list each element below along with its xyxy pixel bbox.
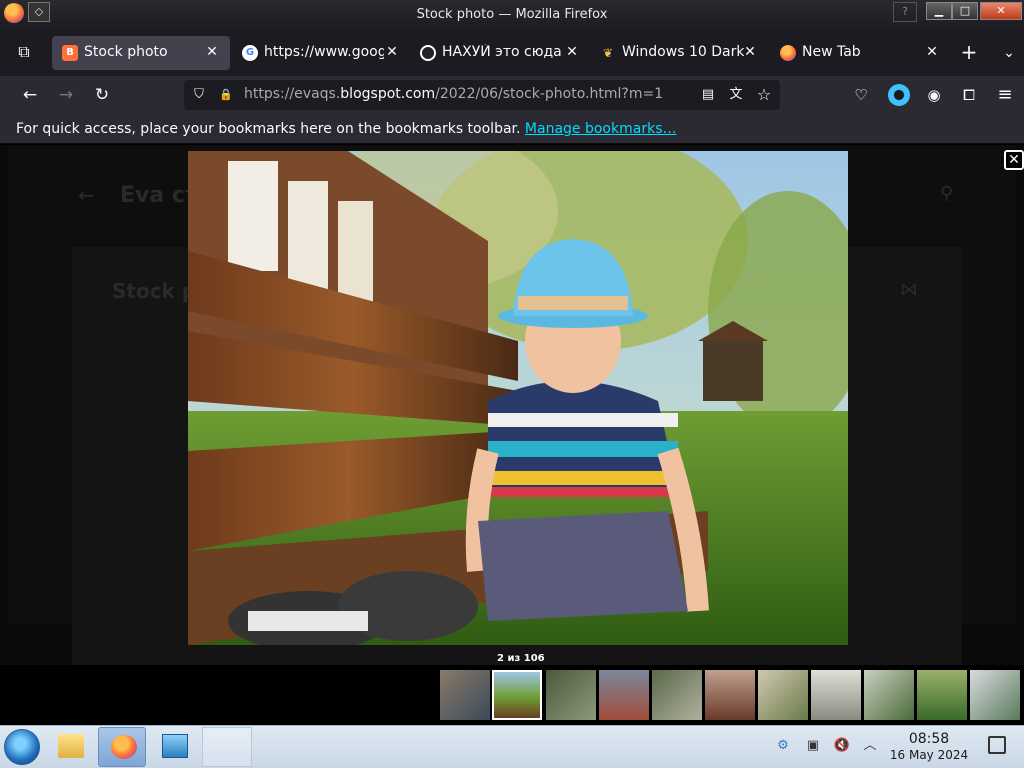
extensions-icon[interactable]: ⧠ [958, 84, 980, 106]
url-path: /2022/06/stock-photo.html?m=1 [435, 86, 664, 102]
tab-close-icon[interactable]: ✕ [924, 44, 940, 60]
google-icon: G [242, 45, 258, 61]
dark-circle-icon [420, 45, 436, 61]
manage-bookmarks-link[interactable]: Manage bookmarks… [525, 121, 677, 137]
lightbox-close-button[interactable]: ✕ [1004, 150, 1024, 170]
ghost-blog-title: Eva ст [120, 183, 198, 208]
url-domain: blogspot.com [340, 86, 436, 102]
minimize-button[interactable]: ▁ [926, 2, 952, 20]
monitor-icon [162, 734, 188, 758]
tab-strip: ⧉ B Stock photo ✕ G https://www.google ✕… [0, 30, 1024, 76]
firefox-icon [780, 45, 796, 61]
taskbar: ⚙ ▣ 🔇 ︿ 08:58 16 May 2024 [0, 725, 1024, 768]
ghost-back-icon: ← [78, 183, 95, 207]
tab-close-icon[interactable]: ✕ [564, 44, 580, 60]
tracking-shield-icon[interactable]: ⛉ [190, 86, 208, 104]
tab-list-icon[interactable]: ⧉ [12, 42, 36, 64]
taskbar-firefox[interactable] [98, 727, 146, 767]
thumbnail[interactable] [811, 670, 861, 720]
taskbar-empty-slot[interactable] [202, 727, 252, 767]
tab-google[interactable]: G https://www.google ✕ [232, 36, 408, 70]
maximize-button[interactable]: □ [952, 2, 978, 20]
thumbnail[interactable] [917, 670, 967, 720]
thumbnail-active[interactable] [492, 670, 542, 720]
back-button[interactable]: ← [17, 83, 43, 107]
bookmark-star-icon[interactable]: ☆ [755, 86, 773, 104]
show-desktop-icon[interactable] [988, 736, 1006, 754]
new-tab-button[interactable]: + [956, 42, 982, 64]
bookmarks-hint: For quick access, place your bookmarks h… [16, 121, 676, 137]
thumbnail[interactable] [599, 670, 649, 720]
tab-windows-10-dark[interactable]: ❦ Windows 10 Dark ✕ [590, 36, 768, 70]
ghost-search-icon: ⚲ [940, 183, 954, 204]
reader-view-icon[interactable]: ▤ [699, 86, 717, 104]
bookmarks-hint-text: For quick access, place your bookmarks h… [16, 121, 521, 137]
thumbnail[interactable] [440, 670, 490, 720]
tab-label: New Tab [802, 44, 861, 60]
tab-nahui[interactable]: НАХУЙ это сюда ✕ [410, 36, 588, 70]
tab-close-icon[interactable]: ✕ [384, 44, 400, 60]
tab-label: НАХУЙ это сюда [442, 44, 562, 60]
url-text[interactable]: https://evaqs.blogspot.com/2022/06/stock… [244, 86, 663, 102]
help-button[interactable]: ? [893, 2, 917, 22]
tab-close-icon[interactable]: ✕ [742, 44, 758, 60]
menu-icon[interactable]: ≡ [994, 84, 1016, 106]
network-icon[interactable]: ⚙ [774, 737, 792, 755]
url-bar[interactable]: ⛉ 🔒 https://evaqs.blogspot.com/2022/06/s… [184, 80, 780, 110]
firefox-icon [111, 735, 137, 759]
reload-button[interactable]: ↻ [89, 83, 115, 107]
ghost-post-title: Stock p [112, 279, 197, 303]
page-content: ← Eva ст ⚲ Stock p ⋈ ✕ 2 из 106 [0, 145, 1024, 725]
volume-muted-icon[interactable]: 🔇 [833, 737, 851, 755]
thumbnail[interactable] [758, 670, 808, 720]
pocket-icon[interactable]: ♡ [850, 84, 872, 106]
thumbnail[interactable] [864, 670, 914, 720]
ghost-share-icon: ⋈ [900, 279, 918, 300]
tab-close-icon[interactable]: ✕ [204, 44, 220, 60]
bookmarks-toolbar: For quick access, place your bookmarks h… [0, 114, 1024, 144]
start-button[interactable] [4, 729, 40, 765]
leaf-icon: ❦ [602, 46, 614, 60]
folder-icon [58, 734, 84, 758]
url-prefix: https://evaqs. [244, 86, 341, 102]
lightbox-photo[interactable] [188, 151, 848, 645]
clock-time: 08:58 [908, 731, 950, 747]
taskbar-file-explorer[interactable] [46, 727, 94, 767]
tray-expand-icon[interactable]: ︿ [861, 737, 879, 755]
forward-button[interactable]: → [53, 83, 79, 107]
window-titlebar: ◇ Stock photo — Mozilla Firefox ? ▁ □ ✕ [0, 0, 1024, 30]
lock-icon[interactable]: 🔒 [217, 86, 235, 104]
image-counter: 2 из 106 [497, 653, 545, 664]
tab-label: https://www.google [264, 44, 384, 60]
clock[interactable]: 08:58 16 May 2024 [884, 731, 974, 763]
thumbnail[interactable] [970, 670, 1020, 720]
tab-label: Windows 10 Dark [622, 44, 744, 60]
translate-icon[interactable]: 文 [727, 86, 745, 104]
blogger-icon: B [62, 45, 78, 61]
list-all-tabs-button[interactable]: ⌄ [996, 42, 1022, 64]
clock-date: 16 May 2024 [889, 748, 969, 762]
navigation-toolbar: ← → ↻ ⛉ 🔒 https://evaqs.blogspot.com/202… [0, 76, 1024, 114]
tab-stock-photo[interactable]: B Stock photo ✕ [52, 36, 230, 70]
thumbnail-strip [0, 665, 1024, 725]
tab-label: Stock photo [84, 44, 168, 60]
thumbnail[interactable] [546, 670, 596, 720]
tab-new-tab[interactable]: New Tab ✕ [770, 36, 950, 70]
taskbar-remote-desktop[interactable] [150, 727, 198, 767]
close-window-button[interactable]: ✕ [980, 2, 1022, 20]
clipboard-icon[interactable]: ▣ [804, 737, 822, 755]
thumbnail[interactable] [705, 670, 755, 720]
account-icon[interactable]: ◉ [923, 84, 945, 106]
thumbnail[interactable] [652, 670, 702, 720]
extension-avatar-icon[interactable] [888, 84, 910, 106]
window-title: Stock photo — Mozilla Firefox [416, 7, 608, 22]
photo-illustration [188, 151, 848, 645]
